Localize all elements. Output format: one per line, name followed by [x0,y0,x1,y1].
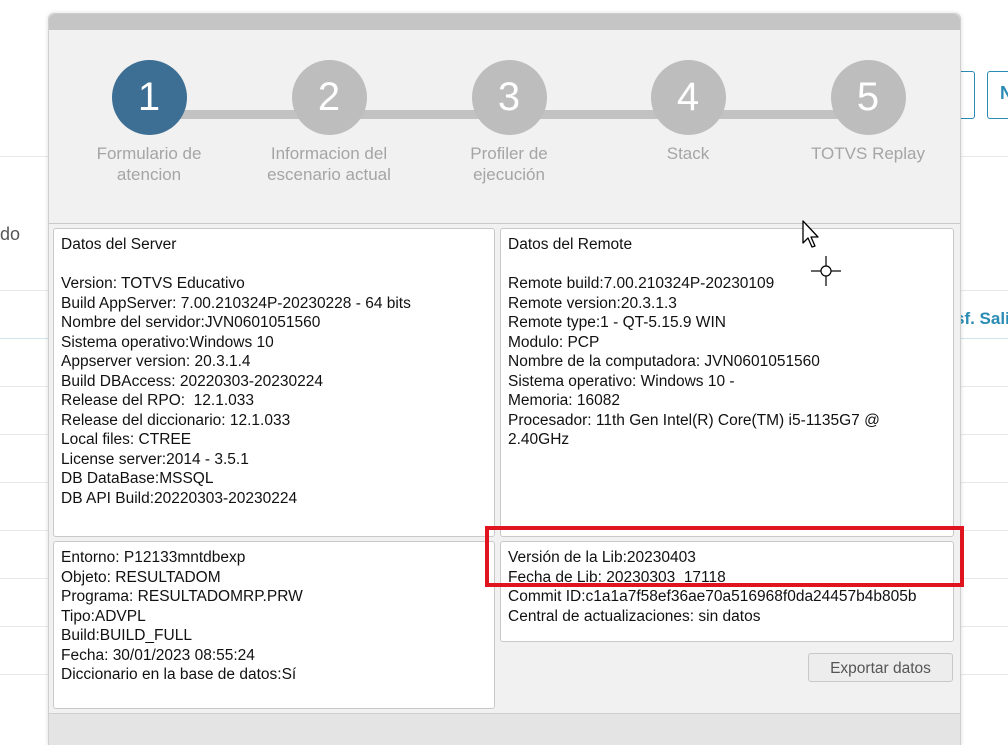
info-line: Appserver version: 20.3.1.4 [61,353,251,370]
step-label: Informacion del escenario actual [267,144,391,184]
step-number: 5 [830,60,906,135]
info-line: Modulo: PCP [508,333,600,351]
info-line: DB DataBase:MSSQL [61,470,214,487]
stepper: 1 Formulario de atencion 2 Informacion d… [49,30,960,224]
remote-info-panel: Datos del Remote Remote build:7.00.21032… [500,228,954,537]
step-4[interactable]: 4 Stack [598,60,778,164]
info-line: Build DBAccess: 20220303-20230224 [61,372,323,390]
step-5[interactable]: 5 TOTVS Replay [778,60,958,164]
bg-button-label: N [1000,83,1008,103]
step-number: 2 [291,60,367,135]
info-line: Nombre de la computadora: JVN0601051560 [508,353,820,370]
info-line: Build AppServer: 7.00.210324P-20230228 -… [61,294,411,312]
info-line: Diccionario en la base de datos:Sí [61,666,297,683]
info-line: DB API Build:20220303-20230224 [61,489,298,507]
info-line: Objeto: RESULTADOM [61,568,221,586]
bg-label: do [0,224,21,244]
export-data-button[interactable]: Exportar datos [808,653,953,682]
info-line: Release del diccionario: 12.1.033 [61,411,291,429]
info-line: Nombre del servidor:JVN0601051560 [61,314,321,331]
info-dialog: 1 Formulario de atencion 2 Informacion d… [48,13,961,745]
step-label: Profiler de ejecución [470,144,548,184]
step-label: Stack [666,144,710,163]
info-line: Release del RPO: 12.1.033 [61,392,255,409]
info-line: Tipo:ADVPL [61,607,146,625]
step-3[interactable]: 3 Profiler de ejecución [419,60,599,185]
info-line: Entorno: P12133mntdbexp [61,549,246,566]
highlight-annotation [485,526,964,587]
dialog-divider [49,223,960,224]
info-line: Programa: RESULTADOMRP.PRW [61,588,303,605]
step-label: TOTVS Replay [810,144,925,163]
step-number: 1 [111,60,187,135]
info-line: Remote build:7.00.210324P-20230109 [508,275,775,292]
bg-column-header[interactable]: sf. Sali [955,309,1008,329]
crosshair-icon [811,256,841,286]
step-number: 4 [650,60,726,135]
info-line: Sistema operativo:Windows 10 [61,333,274,351]
info-line: Version: TOTVS Educativo [61,275,245,292]
info-line: Sistema operativo: Windows 10 - [508,372,735,390]
info-line: Central de actualizaciones: sin datos [508,607,761,625]
info-line: Remote version:20.3.1.3 [508,294,677,312]
info-line: Commit ID:c1a1a7f58ef36ae70a516968f0da24… [508,588,917,605]
mouse-cursor-icon [802,220,819,248]
step-number: 3 [471,60,547,135]
info-line: Fecha: 30/01/2023 08:55:24 [61,646,255,664]
environment-panel: Entorno: P12133mntdbexp Objeto: RESULTAD… [53,541,495,709]
step-1[interactable]: 1 Formulario de atencion [59,60,239,185]
dialog-title-bar [49,14,960,30]
info-line: Memoria: 16082 [508,392,621,409]
info-line: Procesador: 11th Gen Intel(R) Core(TM) i… [508,411,880,449]
server-info-panel: Datos del Server Version: TOTVS Educativ… [53,228,495,537]
info-line: Build:BUILD_FULL [61,627,192,644]
panel-title: Datos del Remote [508,236,633,253]
dialog-footer [49,713,960,745]
step-2[interactable]: 2 Informacion del escenario actual [239,60,419,185]
info-line: Remote type:1 - QT-5.15.9 WIN [508,314,726,331]
info-line: Local files: CTREE [61,431,192,448]
info-line: License server:2014 - 3.5.1 [61,450,249,468]
step-label: Formulario de atencion [96,144,202,184]
panel-title: Datos del Server [61,236,177,253]
